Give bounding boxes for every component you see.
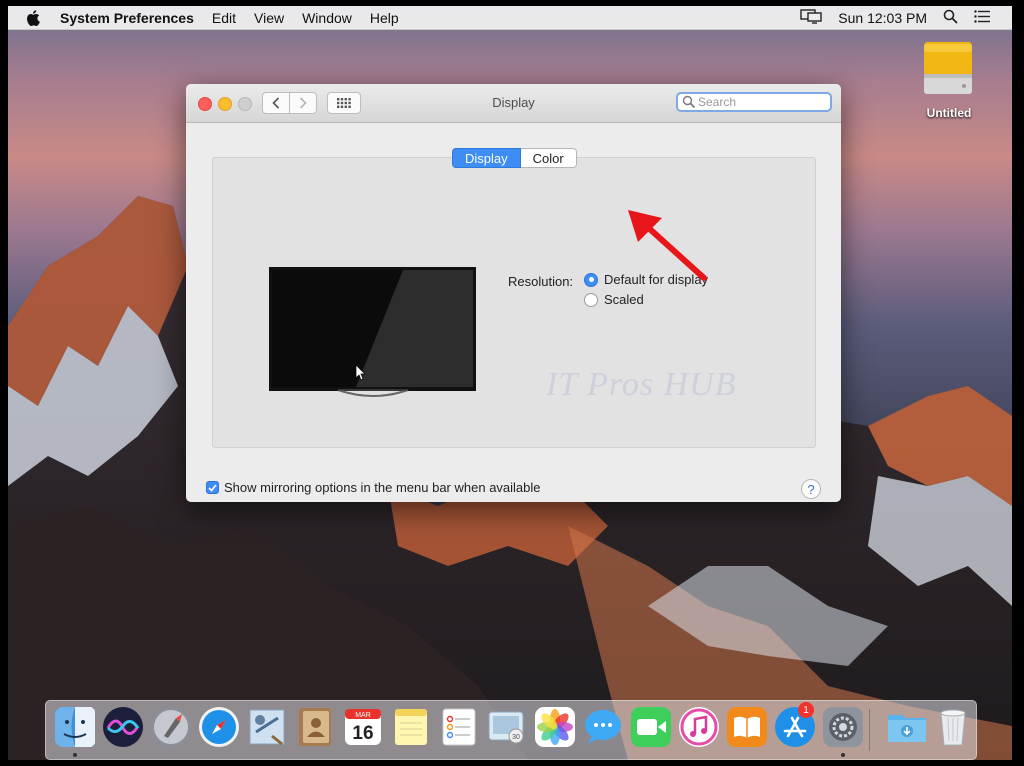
resolution-default-radio[interactable] — [584, 272, 598, 287]
tab-color[interactable]: Color — [520, 148, 577, 168]
desktop-screen: System Preferences Edit View Window Help… — [8, 6, 1012, 760]
notes-icon[interactable] — [390, 706, 432, 748]
resolution-scaled-option[interactable]: Scaled — [584, 292, 644, 307]
display-preview-image — [269, 267, 476, 397]
calendar-month: MAR — [355, 712, 371, 719]
reminders-icon[interactable] — [438, 706, 480, 748]
display-settings-panel: Resolution: Default for display Scaled — [212, 157, 816, 448]
resolution-scaled-radio[interactable] — [584, 292, 598, 307]
dock-separator — [869, 709, 870, 751]
notification-center-icon[interactable] — [974, 9, 990, 26]
app-store-badge: 1 — [798, 702, 814, 718]
mirroring-checkbox[interactable] — [206, 481, 219, 494]
menu-clock[interactable]: Sun 12:03 PM — [838, 10, 927, 26]
launchpad-icon[interactable] — [150, 706, 192, 748]
search-field[interactable] — [676, 92, 832, 112]
help-button[interactable]: ? — [801, 479, 821, 499]
apple-menu-icon[interactable] — [26, 9, 46, 26]
tab-bar: Display Color — [452, 148, 577, 168]
mail-icon[interactable] — [246, 706, 288, 748]
photo-booth-icon[interactable]: 30 — [486, 706, 528, 748]
facetime-icon[interactable] — [630, 706, 672, 748]
finder-icon[interactable] — [54, 706, 96, 748]
display-preferences-window: Display Search Resolution: Default for d… — [186, 84, 841, 502]
spotlight-search-icon[interactable] — [943, 9, 958, 27]
drive-label[interactable]: Untitled — [904, 106, 994, 120]
window-titlebar[interactable]: Display — [186, 84, 841, 123]
safari-icon[interactable] — [198, 706, 240, 748]
calendar-icon[interactable]: MAR 16 — [342, 706, 384, 748]
contacts-icon[interactable] — [294, 706, 336, 748]
svg-text:30: 30 — [512, 734, 520, 741]
app-menu[interactable]: System Preferences — [60, 10, 194, 26]
system-preferences-icon[interactable] — [822, 706, 864, 748]
calendar-day: 16 — [352, 723, 373, 744]
downloads-folder-icon[interactable] — [886, 706, 928, 748]
itunes-icon[interactable] — [678, 706, 720, 748]
resolution-scaled-label[interactable]: Scaled — [604, 292, 644, 307]
resolution-label: Resolution: — [508, 274, 574, 289]
mirroring-option[interactable]: Show mirroring options in the menu bar w… — [206, 480, 541, 495]
siri-icon[interactable] — [102, 706, 144, 748]
search-input[interactable] — [698, 95, 818, 109]
running-indicator — [73, 753, 77, 757]
dock: MAR 16 30 1 — [45, 700, 977, 760]
annotation-arrow-icon — [628, 210, 707, 281]
menu-help[interactable]: Help — [370, 10, 399, 26]
mirroring-label[interactable]: Show mirroring options in the menu bar w… — [224, 480, 541, 495]
external-drive-icon[interactable] — [920, 40, 976, 98]
messages-icon[interactable] — [582, 706, 624, 748]
running-indicator — [841, 753, 845, 757]
menu-window[interactable]: Window — [302, 10, 352, 26]
tab-display[interactable]: Display — [452, 148, 521, 168]
trash-icon[interactable] — [932, 706, 974, 748]
ibooks-icon[interactable] — [726, 706, 768, 748]
menu-edit[interactable]: Edit — [212, 10, 236, 26]
menu-view[interactable]: View — [254, 10, 284, 26]
watermark-text: IT Pros HUB — [546, 366, 737, 403]
search-icon — [682, 95, 696, 109]
photos-icon[interactable] — [534, 706, 576, 748]
checkmark-icon — [208, 483, 217, 492]
airplay-display-icon[interactable] — [800, 8, 822, 27]
menu-bar: System Preferences Edit View Window Help… — [8, 6, 1012, 30]
